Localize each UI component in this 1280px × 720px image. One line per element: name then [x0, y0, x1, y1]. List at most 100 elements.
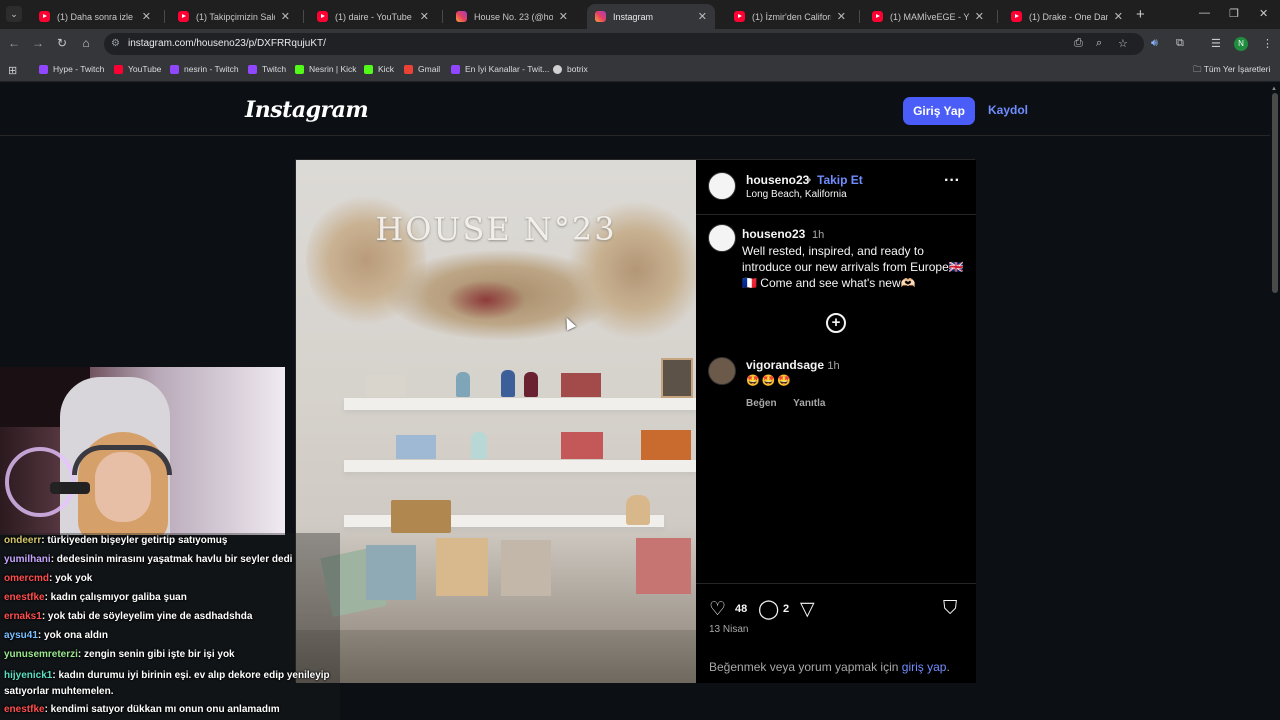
comment-count[interactable]: 2 [783, 603, 789, 615]
profile-avatar[interactable]: N [1234, 37, 1248, 51]
location-link[interactable]: Long Beach, Kalifornia [746, 189, 847, 200]
bookmark-item[interactable]: botrix [553, 64, 588, 74]
post-header: houseno23 • Takip Et Long Beach, Kalifor… [696, 160, 976, 215]
caption-time[interactable]: 1h [812, 229, 824, 241]
close-tab-icon[interactable]: ✕ [698, 10, 707, 23]
chat-text: : yok tabi de söyleyelim yine de asdhads… [41, 611, 253, 622]
close-window-icon[interactable]: ✕ [1259, 7, 1268, 20]
address-bar[interactable]: ⚙ instagram.com/houseno23/p/DXFRRqujuKT/… [104, 33, 1144, 55]
browser-tab[interactable]: (1) Takipçimizin Salonunu ✕ [170, 4, 298, 29]
close-tab-icon[interactable]: ✕ [142, 10, 151, 23]
chat-message: enestfke: kadın çalışmıyor galiba şuan [4, 592, 187, 603]
youtube-icon [39, 11, 50, 22]
gmail-icon [404, 64, 413, 74]
browser-tab[interactable]: (1) İzmir'den California'ya ✕ [726, 4, 854, 29]
tote-bag [501, 540, 551, 596]
browser-tab[interactable]: (1) Daha sonra izle - YouTube ✕ [31, 4, 159, 29]
audio-playing-icon[interactable]: 🔊︎ [1151, 37, 1158, 50]
close-tab-icon[interactable]: ✕ [975, 10, 984, 23]
page-scrollbar[interactable] [1272, 93, 1278, 293]
caption-username[interactable]: houseno23 [742, 227, 805, 241]
chat-username[interactable]: hijyenick1 [4, 670, 52, 681]
minimize-icon[interactable]: — [1199, 7, 1210, 19]
login-button[interactable]: Giriş Yap [903, 97, 975, 125]
share-icon[interactable]: ▽ [800, 598, 815, 621]
bookmark-item[interactable]: Nesrin | Kick [295, 64, 357, 74]
chat-username[interactable]: yunusemreterzi [4, 649, 78, 660]
chat-username[interactable]: omercmd [4, 573, 49, 584]
like-icon[interactable]: ♡ [709, 598, 726, 621]
shelf [344, 460, 696, 472]
browser-tab[interactable]: (1) Drake - One Dance (Ly ✕ [1003, 4, 1131, 29]
bookmark-item[interactable]: Kick [364, 64, 394, 74]
media-controls-icon[interactable]: ☰ [1211, 37, 1221, 50]
post-date[interactable]: 13 Nisan [709, 624, 748, 635]
chat-username[interactable]: yumilhani [4, 554, 51, 565]
chat-username[interactable]: enestfke [4, 592, 45, 603]
follow-button[interactable]: Takip Et [817, 173, 863, 187]
comment-icon[interactable]: ◯ [758, 598, 779, 621]
like-count[interactable]: 48 [735, 603, 747, 615]
url-text[interactable]: instagram.com/houseno23/p/DXFRRqujuKT/ [128, 38, 326, 49]
forward-icon[interactable]: → [30, 36, 46, 50]
install-app-icon[interactable]: ⎙ [1074, 37, 1083, 50]
chat-username[interactable]: ernaks1 [4, 611, 42, 622]
tote-bag [436, 538, 488, 596]
site-info-icon[interactable]: ⚙ [111, 38, 120, 49]
chat-message: yunusemreterzi: zengin senin gibi işte b… [4, 649, 235, 660]
restore-icon[interactable]: ❐ [1229, 7, 1239, 20]
bookmark-label: nesrin - Twitch [184, 64, 239, 74]
bookmark-item[interactable]: Twitch [248, 64, 286, 74]
framed-picture [661, 358, 693, 398]
bookmark-item[interactable]: nesrin - Twitch [170, 64, 239, 74]
extensions-icon[interactable]: ⧉ [1176, 37, 1184, 50]
comment-like-button[interactable]: Beğen [746, 398, 777, 409]
tab-search-icon[interactable]: ⌄ [6, 6, 22, 22]
apps-grid-icon[interactable]: ⊞ [8, 64, 17, 77]
post-photo[interactable]: HOUSE N°23 [296, 160, 696, 683]
caption-avatar[interactable] [708, 224, 736, 252]
chat-username[interactable]: enestfke [4, 704, 45, 715]
zoom-icon[interactable]: ⌕ [1096, 37, 1102, 50]
all-bookmarks-folder[interactable]: 🗀 Tüm Yer İşaretleri [1193, 64, 1270, 78]
youtube-icon [178, 11, 189, 22]
browser-tab[interactable]: Instagram ✕ [587, 4, 715, 29]
bookmark-item[interactable]: En İyi Kanallar - Twit... [451, 64, 549, 74]
load-more-comments-icon[interactable]: + [826, 313, 846, 333]
menu-icon[interactable]: ⋮ [1262, 37, 1273, 50]
new-tab-icon[interactable]: + [1136, 6, 1145, 23]
chat-username[interactable]: ondeerr [4, 535, 41, 546]
tote-bag [636, 538, 691, 594]
signup-link[interactable]: Kaydol [988, 103, 1028, 117]
close-tab-icon[interactable]: ✕ [1114, 10, 1123, 23]
close-tab-icon[interactable]: ✕ [420, 10, 429, 23]
linen-stack [366, 375, 406, 397]
close-tab-icon[interactable]: ✕ [837, 10, 846, 23]
bookmark-label: Nesrin | Kick [309, 64, 357, 74]
save-bookmark-icon[interactable]: ⛉ [943, 598, 957, 620]
comment-reply-button[interactable]: Yanıtla [793, 398, 825, 409]
home-icon[interactable]: ⌂ [78, 36, 94, 50]
author-username[interactable]: houseno23 [746, 173, 809, 187]
login-prompt-link[interactable]: giriş yap [902, 660, 947, 674]
scroll-up-icon[interactable]: ▲ [1271, 86, 1277, 92]
bookmark-item[interactable]: YouTube [114, 64, 161, 74]
comment-username[interactable]: vigorandsage [746, 358, 824, 372]
bookmark-item[interactable]: Hype - Twitch [39, 64, 104, 74]
commenter-avatar[interactable] [708, 357, 736, 385]
chat-username[interactable]: aysu41 [4, 630, 38, 641]
browser-tab[interactable]: House No. 23 (@houseno ✕ [448, 4, 576, 29]
more-options-icon[interactable]: ··· [944, 172, 960, 190]
close-tab-icon[interactable]: ✕ [559, 10, 568, 23]
reload-icon[interactable]: ↻ [54, 36, 70, 50]
author-avatar[interactable] [708, 172, 736, 200]
close-tab-icon[interactable]: ✕ [281, 10, 290, 23]
instagram-logo[interactable]: Instagram [245, 97, 369, 123]
chat-message: enestfke: kendimi satıyor dükkan mı onun… [4, 704, 280, 715]
back-icon[interactable]: ← [6, 36, 22, 50]
bookmark-star-icon[interactable]: ☆ [1118, 37, 1128, 50]
bookmark-item[interactable]: Gmail [404, 64, 440, 74]
browser-tab[interactable]: (1) MAMİveEGE - YouTube ✕ [864, 4, 992, 29]
comment-time[interactable]: 1h [827, 360, 839, 372]
browser-tab[interactable]: (1) daire - YouTube ✕ [309, 4, 437, 29]
